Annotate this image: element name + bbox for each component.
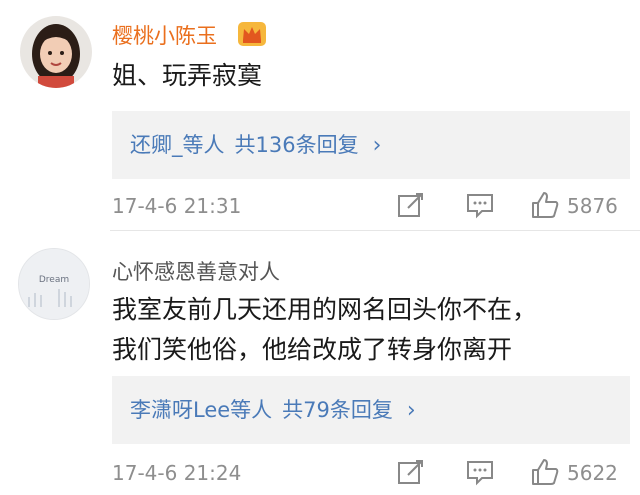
replies-summary[interactable]: 李潇呀Lee等人 共79条回复 › [112,376,630,444]
comment-text: 姐、玩弄寂寞 [112,56,262,96]
comment-item: Dream 心怀感恩善意对人 我室友前几天还用的网名回头你不在， 我们笑他俗，他… [0,236,640,495]
username[interactable]: 樱桃小陈玉 [112,20,217,50]
comment-footer: 17-4-6 21:31 5876 [112,186,640,226]
like-count: 5622 [567,461,618,485]
replies-summary[interactable]: 还卿_等人 共136条回复 › [112,111,630,179]
crown-icon [238,22,266,46]
user-avatar[interactable] [20,16,92,88]
comment-text: 我室友前几天还用的网名回头你不在， 我们笑他俗，他给改成了转身你离开 [112,290,537,370]
comment-text-line: 我们笑他俗，他给改成了转身你离开 [112,335,513,364]
share-edit-icon[interactable] [396,457,426,487]
chevron-right-icon: › [406,398,416,423]
comment-text-line: 姐、玩弄寂寞 [112,61,263,90]
timestamp: 17-4-6 21:24 [112,461,242,485]
like-icon[interactable] [530,190,560,220]
avatar-text: Dream [39,275,69,285]
like-count: 5876 [567,194,618,218]
chevron-right-icon: › [372,133,382,158]
reply-names: 李潇呀Lee等人 [130,398,273,422]
divider [110,230,640,231]
timestamp: 17-4-6 21:31 [112,194,242,218]
username[interactable]: 心怀感恩善意对人 [112,256,280,286]
comment-text-line: 我室友前几天还用的网名回头你不在， [112,295,538,324]
dream-avatar-icon: Dream [19,249,89,319]
like-icon[interactable] [530,457,560,487]
comment-icon[interactable] [465,457,495,487]
reply-count: 共79条回复 [282,398,393,422]
reply-names: 还卿_等人 [130,133,225,157]
user-avatar[interactable]: Dream [18,248,90,320]
girl-avatar-icon [20,16,92,88]
reply-count: 共136条回复 [234,133,359,157]
share-edit-icon[interactable] [396,190,426,220]
comment-item: 樱桃小陈玉 姐、玩弄寂寞 还卿_等人 共136条回复 › 17-4-6 21:31 … [0,0,640,226]
comment-footer: 17-4-6 21:24 5622 [112,453,640,493]
comment-icon[interactable] [465,190,495,220]
